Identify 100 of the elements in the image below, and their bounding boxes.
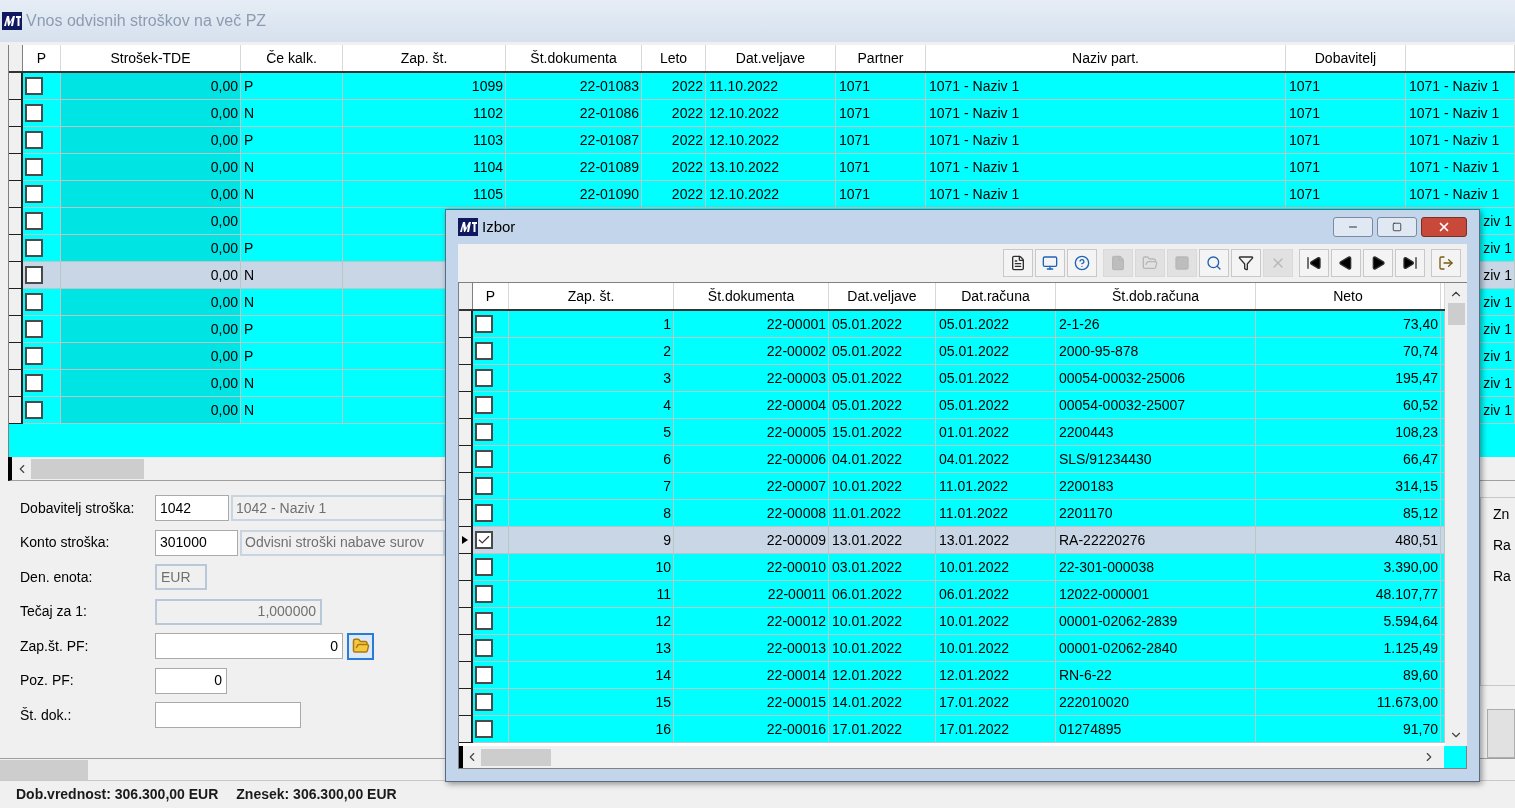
table-cell: 13.10.2022 [706, 154, 836, 181]
row-pointer-icon [462, 536, 468, 544]
minimize-button[interactable] [1333, 217, 1373, 237]
checkbox[interactable] [25, 293, 43, 311]
row-header[interactable] [9, 370, 23, 397]
report-icon [1010, 255, 1026, 271]
horizontal-scrollbar[interactable] [459, 746, 1444, 768]
table-cell: 0,00 [61, 289, 241, 316]
input-field[interactable]: 0 [155, 633, 343, 660]
checkbox[interactable] [475, 531, 493, 549]
checkbox[interactable] [475, 558, 493, 576]
checkbox[interactable] [25, 77, 43, 95]
row-header[interactable] [459, 446, 473, 473]
checkbox[interactable] [25, 239, 43, 257]
scrollbar-thumb[interactable] [481, 748, 551, 766]
table-cell: 3.390,00 [1256, 554, 1441, 581]
row-header[interactable] [459, 473, 473, 500]
checkbox[interactable] [475, 450, 493, 468]
input-field[interactable] [155, 702, 301, 729]
row-header[interactable] [9, 316, 23, 343]
row-header[interactable] [9, 343, 23, 370]
toolbar-button[interactable] [1003, 249, 1033, 277]
table-cell: N [241, 100, 343, 127]
scrollbar-thumb[interactable] [0, 759, 88, 780]
checkbox[interactable] [25, 347, 43, 365]
table-cell: 1071 - Naziv 1 [926, 127, 1286, 154]
table-cell: P [241, 73, 343, 100]
table-cell: 22-00002 [674, 338, 829, 365]
input-field[interactable]: 0 [155, 667, 227, 694]
table-cell: 2022 [642, 181, 706, 208]
row-header[interactable] [9, 262, 23, 289]
scrollbar-thumb[interactable] [31, 458, 144, 479]
table-cell: 73,40 [1256, 311, 1441, 338]
input-field[interactable]: 301000 [155, 529, 238, 556]
row-header[interactable] [9, 181, 23, 208]
row-header[interactable] [9, 73, 23, 100]
row-header[interactable] [9, 208, 23, 235]
table-cell: 22-00004 [674, 392, 829, 419]
checkbox[interactable] [25, 212, 43, 230]
checkbox[interactable] [475, 342, 493, 360]
table-cell: 22-00014 [674, 662, 829, 689]
row-header[interactable] [9, 100, 23, 127]
toolbar-button[interactable] [1395, 249, 1425, 277]
checkbox[interactable] [475, 477, 493, 495]
row-header[interactable] [459, 662, 473, 689]
toolbar-button[interactable] [1231, 249, 1261, 277]
checkbox[interactable] [25, 320, 43, 338]
checkbox[interactable] [475, 666, 493, 684]
row-header[interactable] [459, 554, 473, 581]
row-header[interactable] [459, 338, 473, 365]
checkbox[interactable] [475, 504, 493, 522]
row-header[interactable] [459, 635, 473, 662]
checkbox[interactable] [475, 639, 493, 657]
row-header[interactable] [9, 127, 23, 154]
row-header[interactable] [9, 154, 23, 181]
input-field[interactable]: 1042 [155, 495, 229, 522]
checkbox[interactable] [475, 693, 493, 711]
checkbox[interactable] [475, 720, 493, 738]
row-header[interactable] [459, 500, 473, 527]
row-header[interactable] [459, 365, 473, 392]
checkbox[interactable] [25, 374, 43, 392]
checkbox[interactable] [25, 185, 43, 203]
vertical-scrollbar[interactable] [1445, 283, 1467, 746]
table-cell: 12.10.2022 [706, 181, 836, 208]
row-header[interactable] [459, 608, 473, 635]
table-cell: 1071 [836, 100, 926, 127]
row-header[interactable] [9, 235, 23, 262]
table-cell: 17.01.2022 [829, 716, 936, 743]
toolbar-button[interactable] [1363, 249, 1393, 277]
row-header[interactable] [459, 311, 473, 338]
table-cell: 1104 [343, 154, 506, 181]
checkbox[interactable] [475, 585, 493, 603]
checkbox[interactable] [475, 369, 493, 387]
browse-button[interactable] [347, 632, 374, 660]
row-header[interactable] [9, 397, 23, 424]
scrollbar-thumb[interactable] [1447, 303, 1465, 325]
checkbox[interactable] [475, 396, 493, 414]
close-button[interactable] [1421, 217, 1467, 237]
row-header[interactable] [459, 581, 473, 608]
maximize-button[interactable] [1377, 217, 1417, 237]
checkbox[interactable] [475, 423, 493, 441]
row-header[interactable] [459, 689, 473, 716]
checkbox[interactable] [25, 131, 43, 149]
checkbox[interactable] [25, 266, 43, 284]
row-header[interactable] [9, 289, 23, 316]
table-cell: 0,00 [61, 397, 241, 424]
toolbar-button[interactable] [1331, 249, 1361, 277]
row-header[interactable] [459, 419, 473, 446]
toolbar-button[interactable] [1299, 249, 1329, 277]
checkbox[interactable] [475, 315, 493, 333]
checkbox[interactable] [25, 158, 43, 176]
row-header[interactable] [459, 527, 473, 554]
row-header[interactable] [459, 392, 473, 419]
checkbox[interactable] [25, 401, 43, 419]
row-header[interactable] [459, 716, 473, 743]
checkbox[interactable] [25, 104, 43, 122]
table-cell: 12 [509, 608, 674, 635]
table-cell: 16 [509, 716, 674, 743]
checkbox[interactable] [475, 612, 493, 630]
field-label: Št. dok.: [20, 705, 73, 725]
